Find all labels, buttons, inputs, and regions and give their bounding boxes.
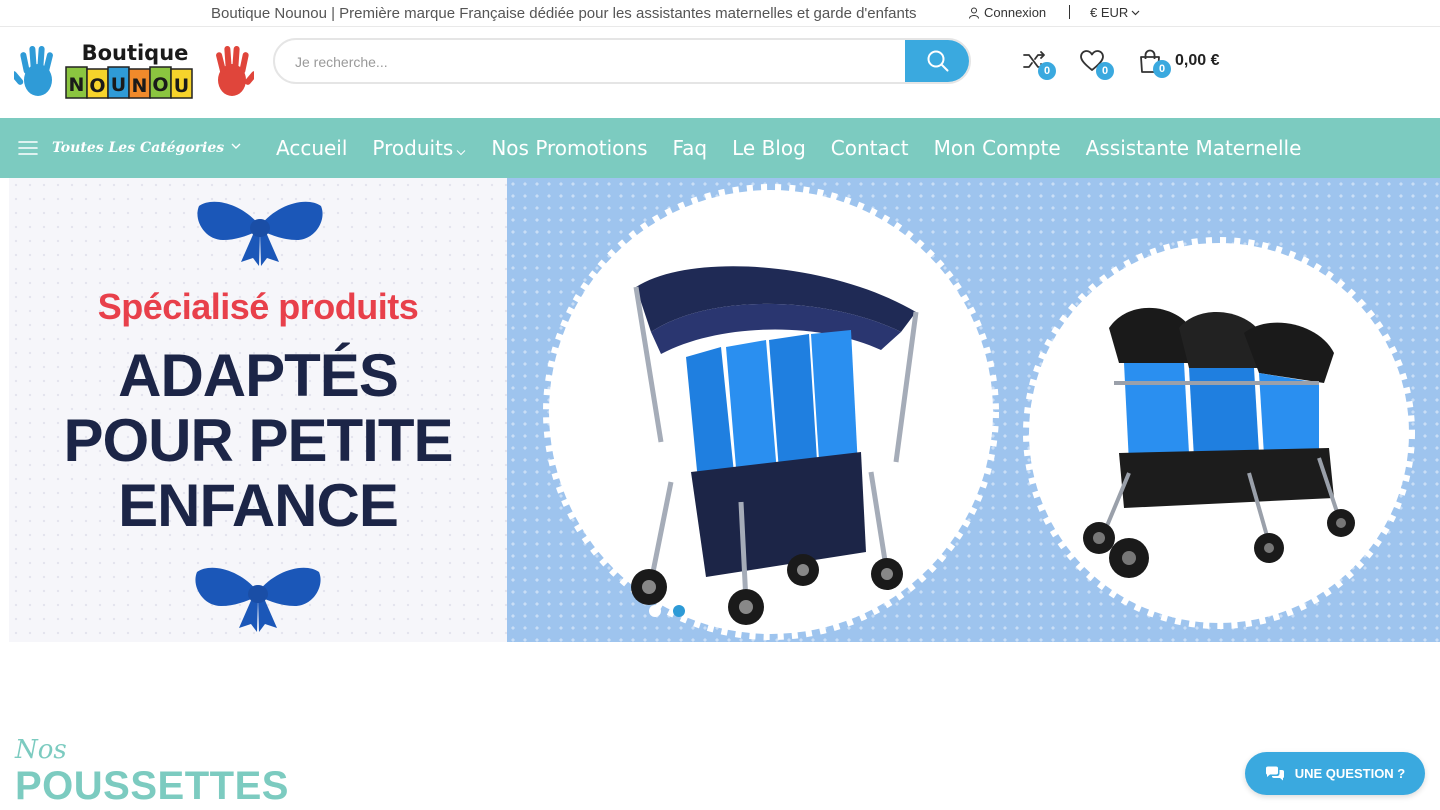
- stroller-triple-image: [1023, 237, 1415, 629]
- slider-dot-2[interactable]: [673, 605, 685, 617]
- user-icon: [969, 7, 979, 19]
- banner-image-panel: [507, 178, 1440, 642]
- hamburger-icon: [18, 141, 38, 155]
- login-label: Connexion: [984, 5, 1047, 20]
- tagline: Boutique Nounou | Première marque França…: [211, 5, 917, 22]
- main-nav: Toutes Les Catégories Accueil Produits N…: [0, 118, 1440, 178]
- banner-line-2: POUR PETITE: [63, 407, 453, 474]
- section-pretitle: Nos: [15, 735, 67, 765]
- svg-text:O: O: [89, 75, 105, 97]
- nav-item-produits[interactable]: Produits: [372, 136, 466, 160]
- top-bar: Boutique Nounou | Première marque França…: [0, 0, 1440, 27]
- svg-text:N: N: [132, 75, 148, 97]
- banner-subtitle: Spécialisé produits: [97, 286, 419, 327]
- search-icon: [927, 50, 949, 72]
- nav-item-contact[interactable]: Contact: [831, 136, 909, 160]
- nav-item-mon-compte[interactable]: Mon Compte: [934, 136, 1061, 160]
- nav-item-promotions[interactable]: Nos Promotions: [491, 136, 647, 160]
- search-bar: [273, 38, 971, 84]
- all-categories-button[interactable]: Toutes Les Catégories: [0, 118, 256, 178]
- svg-text:U: U: [174, 75, 189, 97]
- chevron-down-icon: [231, 143, 241, 149]
- nav-item-accueil[interactable]: Accueil: [276, 136, 347, 160]
- bow-icon: [197, 201, 323, 266]
- section-title: POUSSETTES: [15, 764, 289, 808]
- cart-total[interactable]: 0,00 €: [1175, 52, 1219, 70]
- svg-text:Boutique: Boutique: [82, 41, 189, 65]
- chevron-down-icon: [456, 149, 466, 155]
- slider-pagination: [649, 605, 685, 617]
- logo-letter-blocks: N O U N O U: [65, 66, 193, 99]
- wishlist-button[interactable]: 0: [1079, 48, 1114, 80]
- blue-hand-logo: [10, 46, 53, 96]
- search-button[interactable]: [905, 40, 969, 82]
- svg-text:N: N: [69, 74, 85, 96]
- svg-text:O: O: [152, 74, 168, 96]
- divider: [1069, 5, 1070, 19]
- chevron-down-icon: [1131, 10, 1140, 15]
- header: Boutique N O U N O U Je recherche... 0 0…: [0, 28, 1440, 118]
- hero-slider[interactable]: Spécialisé produits ADAPTÉS POUR PETITE …: [9, 178, 1440, 642]
- nav-item-blog[interactable]: Le Blog: [732, 136, 806, 160]
- currency-selector[interactable]: € EUR: [1090, 5, 1140, 20]
- banner-line-1: ADAPTÉS: [118, 342, 399, 409]
- red-hand-logo: [216, 46, 258, 96]
- compare-count-badge: 0: [1038, 62, 1056, 80]
- banner-text-panel: Spécialisé produits ADAPTÉS POUR PETITE …: [9, 178, 507, 642]
- stroller-four-seat-image: [543, 184, 999, 640]
- site-logo[interactable]: Boutique N O U N O U: [10, 38, 258, 104]
- search-input[interactable]: [295, 50, 895, 74]
- bow-icon: [195, 567, 321, 632]
- cart-count-badge: 0: [1153, 60, 1171, 78]
- nav-item-faq[interactable]: Faq: [673, 136, 708, 160]
- chat-button[interactable]: UNE QUESTION ?: [1245, 752, 1425, 795]
- login-link[interactable]: Connexion: [968, 5, 1046, 20]
- chat-label: UNE QUESTION ?: [1294, 766, 1406, 781]
- nav-menu: Accueil Produits Nos Promotions Faq Le B…: [276, 118, 1326, 178]
- nav-item-assistante-maternelle[interactable]: Assistante Maternelle: [1086, 136, 1302, 160]
- compare-button[interactable]: 0: [1021, 48, 1056, 80]
- chat-bubbles-icon: [1265, 766, 1284, 780]
- banner-line-3: ENFANCE: [118, 472, 399, 539]
- currency-label: € EUR: [1090, 5, 1129, 20]
- svg-text:U: U: [111, 74, 126, 96]
- cart-button[interactable]: 0: [1137, 48, 1171, 78]
- all-categories-label: Toutes Les Catégories: [52, 140, 225, 156]
- slider-dot-1[interactable]: [649, 605, 661, 617]
- wishlist-count-badge: 0: [1096, 62, 1114, 80]
